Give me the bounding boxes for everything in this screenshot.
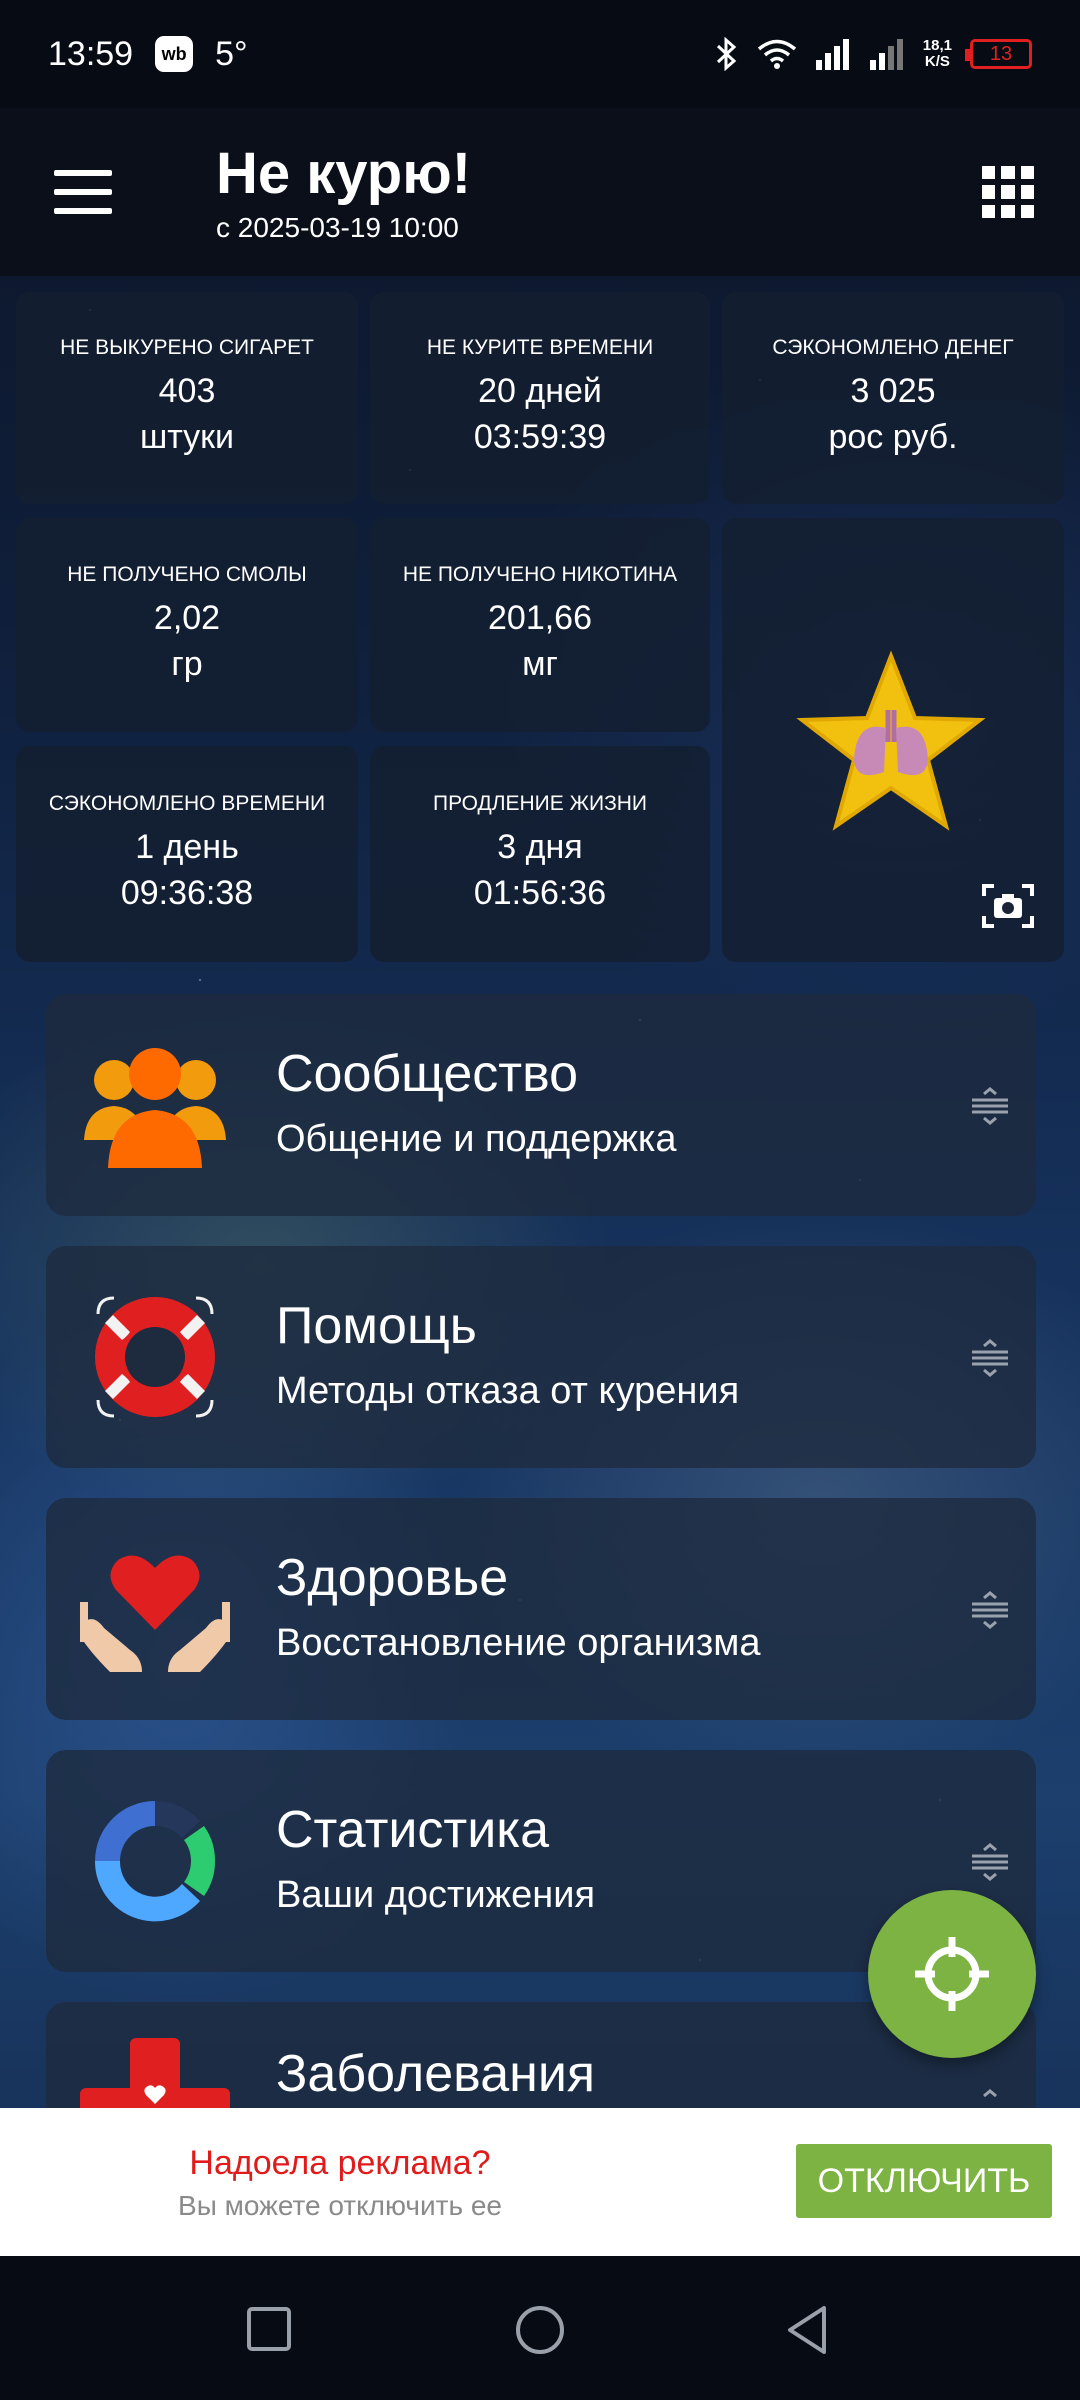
menu-title: Заболевания (276, 2045, 596, 2103)
ad-banner: Надоела реклама? Вы можете отключить ее … (0, 2108, 1080, 2256)
stat-unit: 01:56:36 (473, 874, 607, 912)
stat-unit: гр (171, 645, 203, 683)
stat-label: НЕ ПОЛУЧЕНО СМОЛЫ (67, 563, 307, 586)
stat-label: НЕ КУРИТЕ ВРЕМЕНИ (426, 336, 654, 359)
bluetooth-icon (716, 37, 737, 71)
menu-title: Здоровье (276, 1549, 509, 1607)
status-bar: 13:59 wb 5° 18,1 K/S 13 (0, 0, 1080, 108)
drag-handle-icon[interactable] (970, 2088, 1010, 2108)
menu-subtitle: Методы отказа от курения (276, 1370, 740, 1412)
home-icon[interactable] (514, 2304, 566, 2356)
app-bar: Не курю! с 2025-03-19 10:00 (0, 108, 1080, 276)
menu-card-help[interactable]: Помощь Методы отказа от курения (46, 1246, 1036, 1468)
stat-value: 20 дней (478, 372, 602, 410)
system-navigation-bar (0, 2256, 1080, 2400)
menu-title: Статистика (276, 1801, 550, 1859)
wb-app-icon: wb (155, 36, 194, 72)
wifi-icon (757, 39, 796, 69)
drag-handle-icon[interactable] (970, 1086, 1010, 1126)
camera-icon[interactable] (982, 882, 1034, 930)
battery-icon: 13 (965, 39, 1032, 69)
stat-value: 3 025 (850, 372, 936, 410)
stat-cigarettes[interactable]: НЕ ВЫКУРЕНО СИГАРЕТ 403 штуки (16, 292, 358, 504)
drag-handle-icon[interactable] (970, 1590, 1010, 1630)
medical-cross-icon (80, 2038, 230, 2108)
stat-tar[interactable]: НЕ ПОЛУЧЕНО СМОЛЫ 2,02 гр (16, 518, 358, 732)
stat-money-saved[interactable]: СЭКОНОМЛЕНО ДЕНЕГ 3 025 рос руб. (722, 292, 1064, 504)
stat-value: 3 дня (497, 828, 583, 866)
stat-label: СЭКОНОМЛЕНО ДЕНЕГ (772, 336, 1014, 359)
network-speed: 18,1 K/S (923, 38, 952, 70)
menu-title: Сообщество (276, 1045, 579, 1103)
app-title: Не курю! (216, 141, 472, 206)
network-speed-unit: K/S (924, 53, 950, 70)
stat-unit: 03:59:39 (473, 418, 607, 456)
stat-label: НЕ ВЫКУРЕНО СИГАРЕТ (60, 336, 314, 359)
menu-card-health[interactable]: Здоровье Восстановление организма (46, 1498, 1036, 1720)
status-temperature: 5° (215, 34, 248, 73)
lifebuoy-icon (95, 1296, 215, 1418)
stat-time-not-smoking[interactable]: НЕ КУРИТЕ ВРЕМЕНИ 20 дней 03:59:39 (370, 292, 710, 504)
apps-grid-icon[interactable] (982, 166, 1034, 218)
stats-grid: НЕ ВЫКУРЕНО СИГАРЕТ 403 штуки НЕ КУРИТЕ … (16, 292, 1064, 962)
menu-icon[interactable] (54, 170, 112, 214)
stat-life-extension[interactable]: ПРОДЛЕНИЕ ЖИЗНИ 3 дня 01:56:36 (370, 746, 710, 962)
disable-ads-button[interactable]: ОТКЛЮЧИТЬ (796, 2144, 1052, 2218)
recent-apps-icon[interactable] (246, 2306, 292, 2352)
stat-value: 403 (158, 372, 216, 410)
menu-title: Помощь (276, 1297, 477, 1355)
signal-icon-2 (869, 39, 903, 70)
stat-nicotine[interactable]: НЕ ПОЛУЧЕНО НИКОТИНА 201,66 мг (370, 518, 710, 732)
drag-handle-icon[interactable] (970, 1338, 1010, 1378)
stat-unit: мг (522, 645, 558, 683)
menu-card-community[interactable]: Сообщество Общение и поддержка (46, 994, 1036, 1216)
target-fab-button[interactable] (868, 1890, 1036, 2058)
status-time: 13:59 (48, 34, 134, 73)
achievement-star-lungs-icon (796, 650, 986, 831)
ad-subtitle: Вы можете отключить ее (178, 2190, 502, 2221)
menu-subtitle: Общение и поддержка (276, 1118, 677, 1160)
stat-label: НЕ ПОЛУЧЕНО НИКОТИНА (402, 563, 678, 586)
network-speed-value: 18,1 (922, 37, 952, 54)
stat-value: 2,02 (153, 599, 221, 637)
donut-chart-icon (94, 1800, 216, 1922)
community-icon (84, 1048, 226, 1168)
stat-unit: рос руб. (828, 418, 958, 456)
quit-date: с 2025-03-19 10:00 (216, 212, 459, 243)
stat-unit: штуки (139, 418, 235, 456)
heart-hands-icon (80, 1555, 230, 1672)
signal-icon-1 (815, 39, 849, 70)
drag-handle-icon[interactable] (970, 1842, 1010, 1882)
battery-level: 13 (989, 42, 1013, 65)
stat-unit: 09:36:38 (120, 874, 254, 912)
crosshair-icon (915, 1937, 989, 2011)
achievement-card[interactable] (722, 518, 1064, 962)
stat-label: СЭКОНОМЛЕНО ВРЕМЕНИ (48, 792, 326, 815)
stat-label: ПРОДЛЕНИЕ ЖИЗНИ (432, 792, 648, 815)
ad-title: Надоела реклама? (189, 2144, 491, 2182)
stat-value: 201,66 (488, 599, 592, 637)
back-icon[interactable] (784, 2304, 830, 2356)
stat-time-saved[interactable]: СЭКОНОМЛЕНО ВРЕМЕНИ 1 день 09:36:38 (16, 746, 358, 962)
menu-subtitle: Восстановление организма (276, 1622, 761, 1664)
stat-value: 1 день (135, 828, 239, 866)
menu-subtitle: Ваши достижения (276, 1874, 596, 1916)
